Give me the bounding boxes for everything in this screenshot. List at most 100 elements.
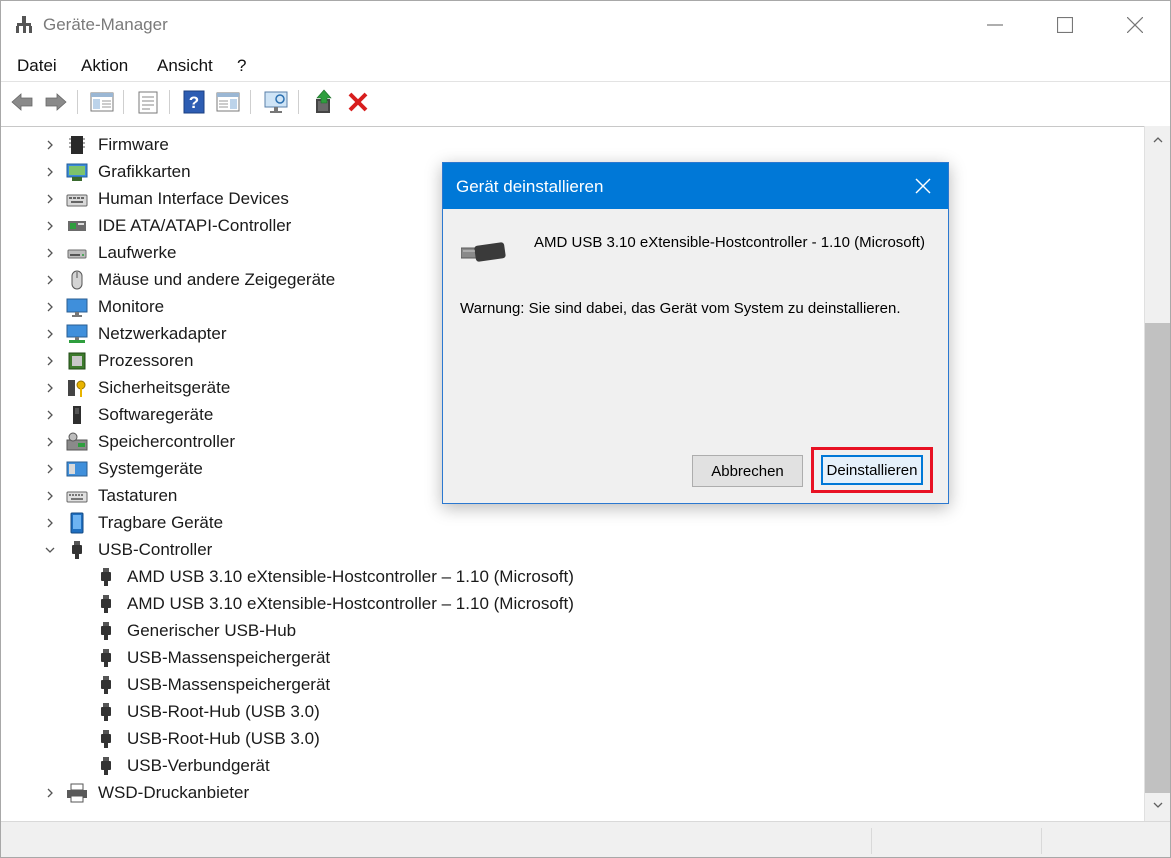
vertical-scrollbar[interactable] [1144, 126, 1170, 821]
tree-item-label: USB-Verbundgerät [127, 756, 270, 775]
toolbar-separator [298, 90, 299, 114]
back-arrow-icon[interactable] [9, 89, 35, 115]
maximize-icon [1057, 17, 1073, 33]
tree-category[interactable]: Tragbare Geräte [1, 509, 1141, 536]
forward-arrow-icon[interactable] [43, 89, 69, 115]
tree-device[interactable]: AMD USB 3.10 eXtensible-Hostcontroller –… [1, 590, 1141, 617]
chevron-down-icon[interactable] [44, 544, 56, 556]
chevron-right-icon[interactable] [44, 193, 56, 205]
minimize-button[interactable] [960, 1, 1030, 49]
close-button[interactable] [1100, 1, 1170, 49]
tree-item-label: Tragbare Geräte [98, 513, 224, 532]
show-hide-console-tree-icon[interactable] [89, 89, 115, 115]
chevron-right-icon[interactable] [44, 463, 56, 475]
cancel-button[interactable]: Abbrechen [692, 455, 803, 487]
properties-icon[interactable] [135, 89, 161, 115]
tree-item-label: USB-Massenspeichergerät [127, 675, 331, 694]
tree-item-label: USB-Root-Hub (USB 3.0) [127, 702, 320, 721]
close-icon [1127, 17, 1143, 33]
tree-device[interactable]: Generischer USB-Hub [1, 617, 1141, 644]
status-separator [871, 828, 872, 854]
tree-item-label: Monitore [98, 297, 165, 316]
menu-ansicht[interactable]: Ansicht [157, 56, 213, 76]
tree-item-label: Softwaregeräte [98, 405, 214, 424]
device-manager-window: Geräte-Manager Datei Aktion Ansicht ? ? … [0, 0, 1171, 858]
scan-hardware-icon[interactable] [263, 89, 289, 115]
window-title: Geräte-Manager [43, 15, 168, 34]
status-bar [1, 821, 1170, 857]
tree-device[interactable]: USB-Massenspeichergerät [1, 644, 1141, 671]
tree-item-label: Generischer USB-Hub [127, 621, 297, 640]
tree-item-label: AMD USB 3.10 eXtensible-Hostcontroller –… [127, 594, 574, 613]
menu-bar: Datei Aktion Ansicht ? [1, 49, 1170, 81]
chevron-right-icon[interactable] [44, 274, 56, 286]
usb-device-icon [101, 622, 111, 640]
tree-category[interactable]: USB-Controller [1, 536, 1141, 563]
chevron-right-icon[interactable] [44, 301, 56, 313]
tree-item-label: Tastaturen [98, 486, 178, 505]
usb-device-icon [101, 595, 111, 613]
chevron-right-icon[interactable] [44, 436, 56, 448]
chevron-right-icon[interactable] [44, 382, 56, 394]
tree-item-label: Human Interface Devices [98, 189, 289, 208]
chevron-right-icon[interactable] [44, 139, 56, 151]
tree-device[interactable]: USB-Massenspeichergerät [1, 671, 1141, 698]
update-driver-icon[interactable] [311, 89, 337, 115]
tree-category[interactable]: Firmware [1, 131, 1141, 158]
menu-help[interactable]: ? [237, 56, 246, 76]
dialog-device-name: AMD USB 3.10 eXtensible-Hostcontroller -… [534, 234, 925, 251]
hid-keyboard-icon [66, 194, 88, 207]
dialog-close-icon[interactable] [913, 176, 933, 196]
action-pane-icon[interactable] [215, 89, 241, 115]
tree-item-label: USB-Massenspeichergerät [127, 648, 331, 667]
tree-item-label: Laufwerke [98, 243, 177, 262]
tree-device[interactable]: AMD USB 3.10 eXtensible-Hostcontroller –… [1, 563, 1141, 590]
menu-aktion[interactable]: Aktion [81, 56, 128, 76]
chevron-right-icon[interactable] [44, 490, 56, 502]
tree-item-label: Prozessoren [98, 351, 194, 370]
printer-icon [67, 783, 87, 803]
system-device-icon [66, 461, 88, 477]
chevron-right-icon[interactable] [44, 409, 56, 421]
storage-controller-icon [66, 432, 88, 451]
chevron-right-icon[interactable] [44, 328, 56, 340]
usb-device-icon [101, 649, 111, 667]
tree-item-label: Firmware [98, 135, 169, 154]
uninstall-button[interactable]: Deinstallieren [821, 455, 923, 485]
scrollbar-thumb[interactable] [1145, 323, 1170, 793]
tree-item-label: Netzwerkadapter [98, 324, 227, 343]
tree-item-label: WSD-Druckanbieter [98, 783, 250, 802]
portable-device-icon [70, 512, 84, 534]
tree-item-label: Grafikkarten [98, 162, 191, 181]
tree-device[interactable]: USB-Root-Hub (USB 3.0) [1, 698, 1141, 725]
toolbar-separator [123, 90, 124, 114]
maximize-button[interactable] [1030, 1, 1100, 49]
chevron-right-icon[interactable] [44, 247, 56, 259]
chevron-right-icon[interactable] [44, 517, 56, 529]
usb-device-icon [101, 568, 111, 586]
network-adapter-icon [66, 324, 88, 343]
scroll-down-arrow-icon[interactable] [1152, 799, 1164, 811]
tree-category[interactable]: WSD-Druckanbieter [1, 779, 1141, 806]
usb-controller-icon [72, 541, 82, 559]
help-icon[interactable]: ? [181, 89, 207, 115]
tree-item-label: AMD USB 3.10 eXtensible-Hostcontroller –… [127, 567, 574, 586]
uninstall-device-icon[interactable] [345, 89, 371, 115]
scroll-up-arrow-icon[interactable] [1152, 134, 1164, 146]
tree-device[interactable]: USB-Verbundgerät [1, 752, 1141, 779]
chevron-right-icon[interactable] [44, 220, 56, 232]
processor-icon [68, 352, 86, 370]
tree-item-label: Speichercontroller [98, 432, 236, 451]
dialog-title: Gerät deinstallieren [456, 177, 604, 196]
mouse-icon [71, 270, 83, 290]
uninstall-device-dialog: Gerät deinstallieren AMD USB 3.10 eXtens… [442, 162, 949, 504]
chevron-right-icon[interactable] [44, 355, 56, 367]
menu-datei[interactable]: Datei [17, 56, 57, 76]
keyboard-icon [66, 491, 88, 503]
chevron-right-icon[interactable] [44, 787, 56, 799]
usb-device-icon [101, 676, 111, 694]
chevron-right-icon[interactable] [44, 166, 56, 178]
dialog-warning-text: Warnung: Sie sind dabei, das Gerät vom S… [460, 300, 901, 317]
tree-device[interactable]: USB-Root-Hub (USB 3.0) [1, 725, 1141, 752]
display-adapter-icon [66, 163, 88, 181]
